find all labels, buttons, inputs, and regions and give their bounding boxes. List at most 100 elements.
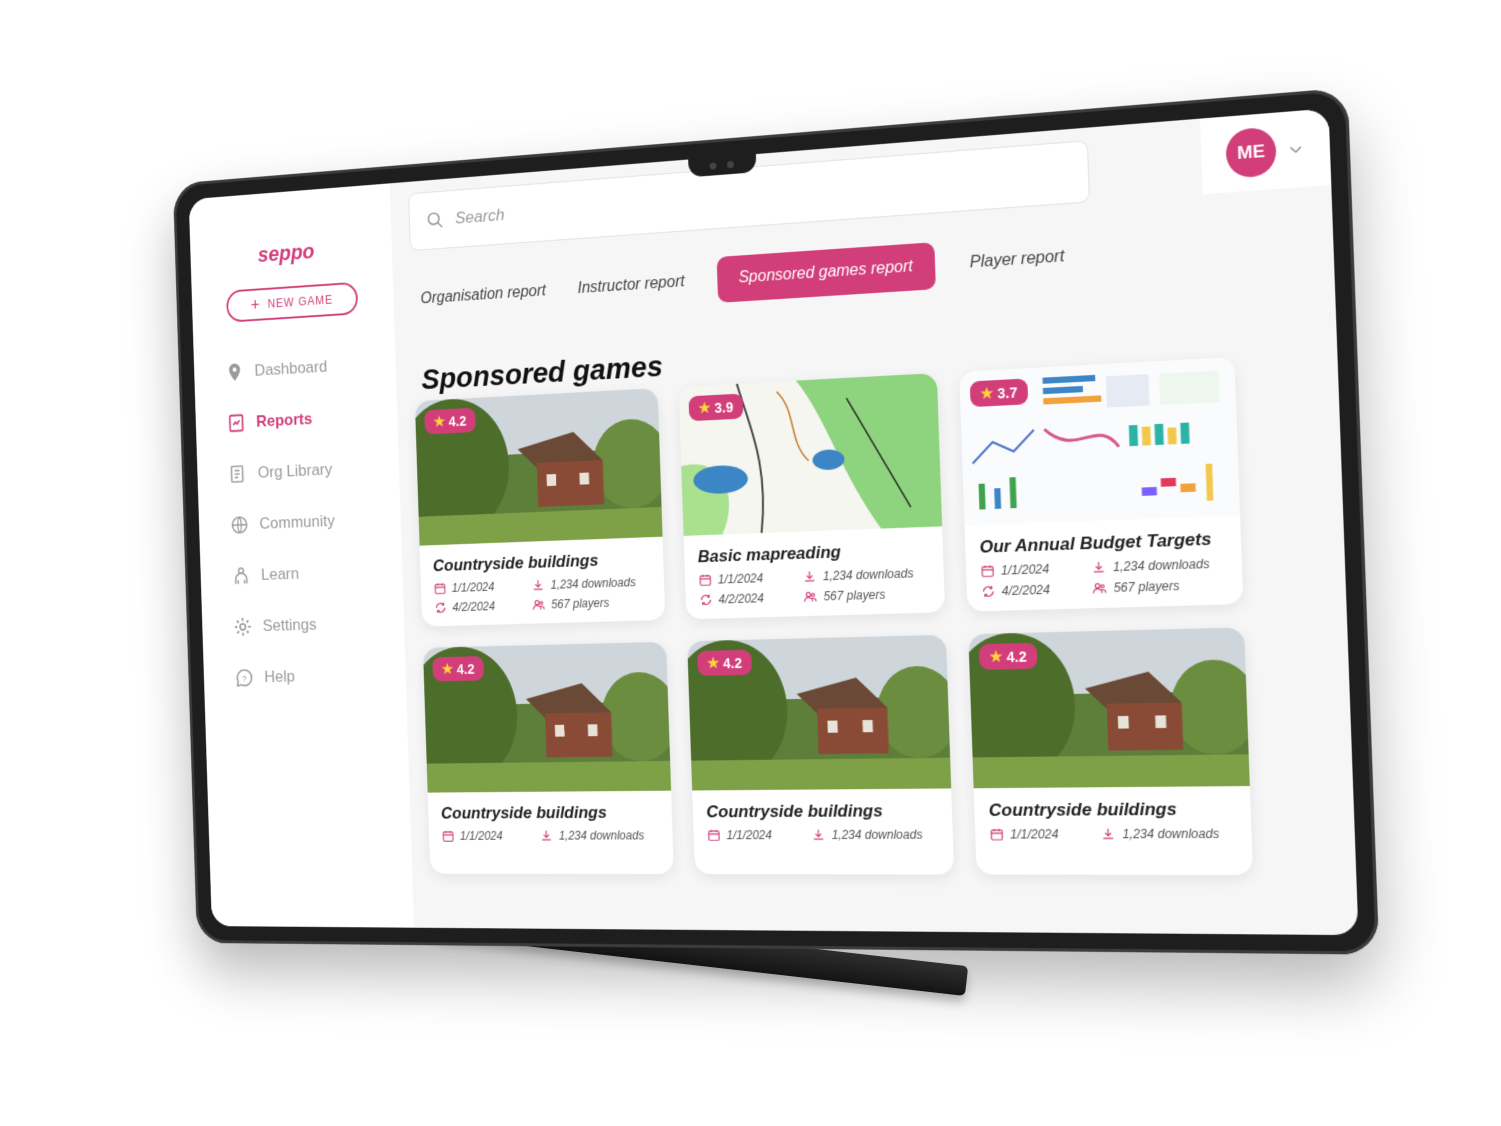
rating-badge: ★ 4.2: [697, 649, 753, 676]
rating-value: 3.7: [997, 383, 1018, 402]
report-icon: [226, 412, 246, 434]
star-icon: ★: [989, 647, 1003, 665]
gear-icon: [233, 616, 253, 637]
created-date: 1/1/2024: [989, 827, 1091, 842]
star-icon: ★: [433, 413, 446, 430]
game-card-4[interactable]: ★ 4.2 Countryside buildings 1/1/2024 1,2…: [422, 641, 674, 875]
sidebar-item-reports[interactable]: Reports: [226, 392, 332, 449]
star-icon: ★: [980, 384, 994, 402]
game-card-2[interactable]: ★ 3.9 Basic mapreading 1/1/2024 1,234 do…: [678, 373, 946, 620]
search-icon: [426, 210, 445, 231]
updated-date: 4/2/2024: [981, 581, 1082, 598]
sidebar-item-dashboard[interactable]: Dashboard: [224, 341, 330, 398]
rating-badge: ★ 4.2: [978, 642, 1038, 670]
user-menu[interactable]: ME: [1199, 108, 1332, 195]
calendar-icon: [442, 829, 455, 843]
sidebar-nav: Dashboard Reports Org Library Community …: [224, 341, 340, 704]
tab-sponsored-games-report[interactable]: Sponsored games report: [716, 242, 936, 303]
star-icon: ★: [698, 399, 711, 416]
calendar-icon: [433, 581, 446, 595]
created-date: 1/1/2024: [698, 570, 793, 587]
new-game-button[interactable]: + NEW GAME: [226, 281, 359, 323]
users-icon: [1092, 581, 1107, 596]
player-count: 567 players: [1092, 577, 1227, 596]
tab-instructor-report[interactable]: Instructor report: [577, 273, 685, 298]
tab-player-report[interactable]: Player report: [969, 248, 1064, 273]
sidebar-item-settings[interactable]: Settings: [232, 598, 338, 652]
sidebar-item-label: Dashboard: [254, 357, 328, 380]
refresh-icon: [434, 601, 447, 615]
game-title: Basic mapreading: [697, 542, 842, 567]
download-icon: [540, 829, 553, 843]
download-count: 1,234 downloads: [812, 827, 939, 842]
sidebar-item-label: Learn: [260, 564, 300, 584]
refresh-icon: [699, 593, 713, 607]
sidebar-item-community[interactable]: Community: [229, 495, 335, 550]
created-date: 1/1/2024: [707, 828, 802, 842]
game-card-6[interactable]: ★ 4.2 Countryside buildings 1/1/2024 1,2…: [968, 627, 1253, 876]
star-icon: ★: [441, 660, 454, 677]
seppo-logo[interactable]: seppo: [257, 239, 314, 268]
sidebar: seppo + NEW GAME Dashboard Reports Org L…: [188, 183, 415, 928]
game-card-1[interactable]: ★ 4.2 Countryside buildings 1/1/2024 1,2…: [414, 388, 666, 627]
svg-text:?: ?: [242, 673, 247, 683]
search-placeholder: Search: [454, 205, 505, 228]
download-icon: [1101, 827, 1116, 842]
chevron-down-icon[interactable]: [1287, 140, 1305, 158]
calendar-icon: [707, 828, 721, 842]
download-icon: [532, 578, 545, 592]
game-title: Our Annual Budget Targets: [979, 529, 1212, 557]
pin-icon: [228, 363, 241, 382]
sidebar-item-help[interactable]: ? Help: [234, 650, 340, 704]
game-title: Countryside buildings: [432, 550, 599, 576]
sidebar-item-label: Settings: [262, 615, 317, 635]
updated-date: 4/2/2024: [699, 590, 794, 607]
download-icon: [1092, 560, 1107, 575]
game-stats: 1/1/2024 1,234 downloads 4/2/2024 567 pl…: [980, 556, 1227, 599]
calendar-icon: [698, 573, 712, 587]
download-count: 1,234 downloads: [1092, 556, 1227, 575]
globe-icon: [230, 514, 250, 536]
download-count: 1,234 downloads: [1101, 826, 1237, 841]
download-count: 1,234 downloads: [540, 828, 659, 843]
calendar-icon: [989, 827, 1004, 841]
created-date: 1/1/2024: [442, 829, 532, 843]
rating-badge: ★ 3.7: [969, 378, 1029, 408]
calendar-icon: [980, 564, 995, 579]
sidebar-item-org-library[interactable]: Org Library: [228, 444, 334, 500]
download-icon: [812, 828, 826, 842]
rating-value: 4.2: [722, 654, 743, 671]
updated-date: 4/2/2024: [434, 598, 523, 614]
users-icon: [804, 590, 818, 605]
rating-value: 4.2: [448, 412, 467, 429]
player-count: 567 players: [804, 586, 931, 604]
sidebar-item-label: Reports: [255, 409, 313, 431]
report-tabs: Organisation report Instructor report Sp…: [420, 233, 1065, 321]
download-count: 1,234 downloads: [803, 566, 930, 584]
help-icon: ?: [235, 667, 255, 688]
game-card-5[interactable]: ★ 4.2 Countryside buildings 1/1/2024 1,2…: [687, 634, 955, 875]
tablet-device: seppo + NEW GAME Dashboard Reports Org L…: [172, 87, 1380, 955]
sidebar-item-label: Help: [264, 667, 296, 686]
app-screen: seppo + NEW GAME Dashboard Reports Org L…: [188, 108, 1359, 936]
rating-badge: ★ 3.9: [688, 393, 744, 422]
sidebar-item-label: Org Library: [257, 460, 333, 482]
plus-icon: +: [250, 294, 261, 315]
created-date: 1/1/2024: [980, 561, 1081, 579]
rating-value: 3.9: [714, 398, 734, 416]
star-icon: ★: [706, 654, 720, 671]
rating-badge: ★ 4.2: [432, 656, 485, 682]
rating-badge: ★ 4.2: [424, 407, 476, 435]
avatar[interactable]: ME: [1225, 126, 1277, 179]
games-grid: ★ 4.2 Countryside buildings 1/1/2024 1,2…: [414, 356, 1253, 876]
game-title: Countryside buildings: [706, 801, 884, 822]
rating-value: 4.2: [1006, 647, 1028, 665]
users-icon: [532, 598, 545, 612]
game-stats: 1/1/2024 1,234 downloads: [989, 826, 1237, 862]
tab-organisation-report[interactable]: Organisation report: [420, 283, 546, 309]
player-count: 567 players: [532, 595, 651, 612]
sidebar-item-learn[interactable]: Learn: [231, 547, 337, 602]
rating-value: 4.2: [456, 660, 475, 677]
library-icon: [228, 463, 248, 485]
game-card-3[interactable]: ★ 3.7 Our Annual Budget Targets 1/1/2024…: [959, 356, 1244, 612]
